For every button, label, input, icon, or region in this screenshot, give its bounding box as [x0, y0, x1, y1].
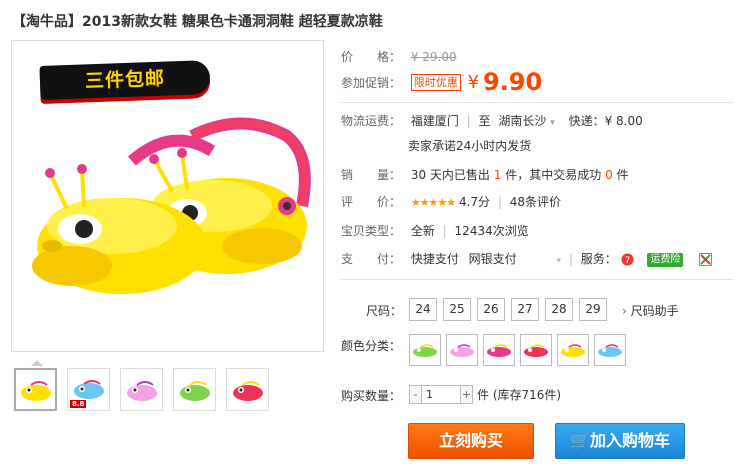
quantity-input[interactable]: 1	[422, 385, 460, 404]
payment-dropdown-icon[interactable]: ▾	[557, 256, 562, 266]
reviews-link[interactable]: 48条评价	[510, 195, 561, 209]
size-guide-link[interactable]: › 尺码助手	[622, 302, 679, 319]
thumbnail-yellow[interactable]	[14, 368, 57, 411]
yen-symbol: ¥	[467, 71, 480, 93]
thumbnail-blue[interactable]: 8.8	[67, 368, 110, 411]
color-swatch-green[interactable]	[409, 334, 441, 366]
color-swatch-blue[interactable]	[594, 334, 626, 366]
service-label: 服务：	[580, 252, 617, 266]
discount-badge: 8.8	[70, 400, 87, 408]
rating-label: 评 价：	[341, 195, 402, 209]
sales-prefix: 30 天内已售出	[410, 168, 490, 182]
shipping-label: 物流运费：	[341, 114, 402, 128]
size-option[interactable]: 26	[477, 298, 505, 321]
views: 12434次浏览	[454, 224, 529, 238]
color-swatch-pink[interactable]	[446, 334, 478, 366]
shoe-icon	[126, 380, 157, 401]
add-to-cart-label: 加入购物车	[589, 431, 670, 450]
price-label: 价 格：	[341, 50, 402, 64]
payment-row: 支 付： 快捷支付 网银支付 ▾ | 服务： 7 运费险	[341, 250, 713, 267]
product-title: 【淘牛品】2013新款女鞋 糖果色卡通洞洞鞋 超轻夏款凉鞋	[12, 14, 383, 30]
shoe-illustration	[32, 117, 311, 294]
thumbnail-red[interactable]	[226, 368, 269, 411]
promo-label: 参加促销：	[341, 75, 402, 90]
separator: |	[442, 224, 447, 238]
cart-icon: 🛒	[570, 431, 590, 450]
ship-promise: 卖家承诺24小时内发货	[408, 139, 532, 153]
buy-now-button[interactable]: 立刻购买	[408, 423, 534, 459]
separator: |	[497, 195, 502, 209]
color-swatch-red[interactable]	[520, 334, 552, 366]
increase-button[interactable]: +	[460, 385, 473, 404]
insurance-badge[interactable]: 运费险	[647, 252, 684, 267]
size-option[interactable]: 25	[443, 298, 471, 321]
shoe-icon	[179, 380, 210, 401]
sales-count: 1	[493, 168, 502, 182]
quantity-stepper: - 1 + 件 (库存716件)	[409, 385, 561, 404]
shipping-row: 物流运费： 福建厦门 | 至 湖南长沙 ▾ 快递：¥ 8.00	[341, 112, 643, 129]
size-option[interactable]: 28	[545, 298, 573, 321]
sales-suffix: 件	[616, 168, 629, 182]
add-to-cart-button[interactable]: 🛒加入购物车	[555, 423, 685, 459]
credit-card-icon[interactable]	[699, 253, 713, 266]
ship-from: 福建厦门	[410, 114, 459, 128]
sales-mid: 件，其中交易成功	[505, 168, 602, 182]
thumbnail-strip: 8.8	[14, 368, 269, 411]
star-rating-icon: ★★★★★	[410, 196, 456, 209]
separator: |	[466, 114, 471, 128]
divider	[340, 102, 734, 103]
size-guide-label: 尺码助手	[630, 304, 679, 318]
thumbnail-pink[interactable]	[120, 368, 163, 411]
sales-success: 0	[605, 168, 613, 182]
chevron-down-icon[interactable]: ▾	[550, 118, 555, 128]
quantity-label: 购买数量：	[341, 389, 402, 403]
shoe-icon	[413, 344, 437, 357]
color-swatch-magenta[interactable]	[483, 334, 515, 366]
svg-text:7: 7	[624, 256, 630, 266]
decrease-button[interactable]: -	[409, 385, 422, 404]
size-label: 尺码：	[366, 304, 403, 318]
shoe-icon	[20, 380, 51, 401]
size-options: 24 25 26 27 28 29	[409, 298, 607, 321]
promo-row: 参加促销： 限时优惠 ¥ 9.90	[341, 68, 542, 96]
ship-to-label: 至	[478, 114, 491, 128]
shoe-icon	[73, 379, 104, 399]
express-fee: 快递：¥ 8.00	[568, 114, 643, 128]
shoe-icon	[524, 344, 548, 357]
price-row: 价 格： ¥ 29.00	[341, 48, 457, 65]
color-label: 颜色分类：	[341, 339, 402, 353]
thumbnail-green[interactable]	[173, 368, 216, 411]
condition: 全新	[410, 224, 435, 238]
sales-label: 销 量：	[341, 168, 402, 182]
payment-method-1: 快捷支付	[410, 252, 459, 266]
color-swatch-yellow[interactable]	[557, 334, 589, 366]
ship-to-select[interactable]: 湖南长沙	[498, 114, 546, 128]
main-product-image[interactable]: 三件包邮	[11, 40, 324, 352]
seven-day-return-icon[interactable]: 7	[621, 253, 634, 266]
rating-score: 4.7分	[458, 195, 491, 209]
shoe-icon	[598, 344, 622, 357]
size-option[interactable]: 24	[409, 298, 437, 321]
sales-row: 销 量： 30 天内已售出 1 件，其中交易成功 0 件	[341, 166, 629, 183]
size-option[interactable]: 27	[511, 298, 539, 321]
shoe-icon	[561, 344, 585, 357]
original-price: ¥ 29.00	[410, 50, 457, 64]
promo-price: 9.90	[482, 68, 543, 96]
color-options	[409, 334, 626, 366]
thumb-indicator	[31, 360, 43, 366]
rating-row: 评 价： ★★★★★ 4.7分 | 48条评价	[341, 193, 561, 210]
payment-label: 支 付：	[341, 252, 402, 266]
divider	[340, 279, 734, 280]
shoe-icon	[232, 380, 263, 401]
type-label: 宝贝类型：	[341, 224, 402, 238]
size-option[interactable]: 29	[579, 298, 607, 321]
type-row: 宝贝类型： 全新 | 12434次浏览	[341, 222, 529, 239]
separator: |	[568, 252, 573, 266]
chevron-right-icon: ›	[622, 304, 627, 318]
shoe-icon	[487, 344, 511, 357]
payment-method-2: 网银支付	[468, 252, 517, 266]
stock-info: 件 (库存716件)	[477, 388, 562, 402]
promo-badge: 限时优惠	[410, 73, 461, 91]
shoe-icon	[450, 344, 474, 357]
